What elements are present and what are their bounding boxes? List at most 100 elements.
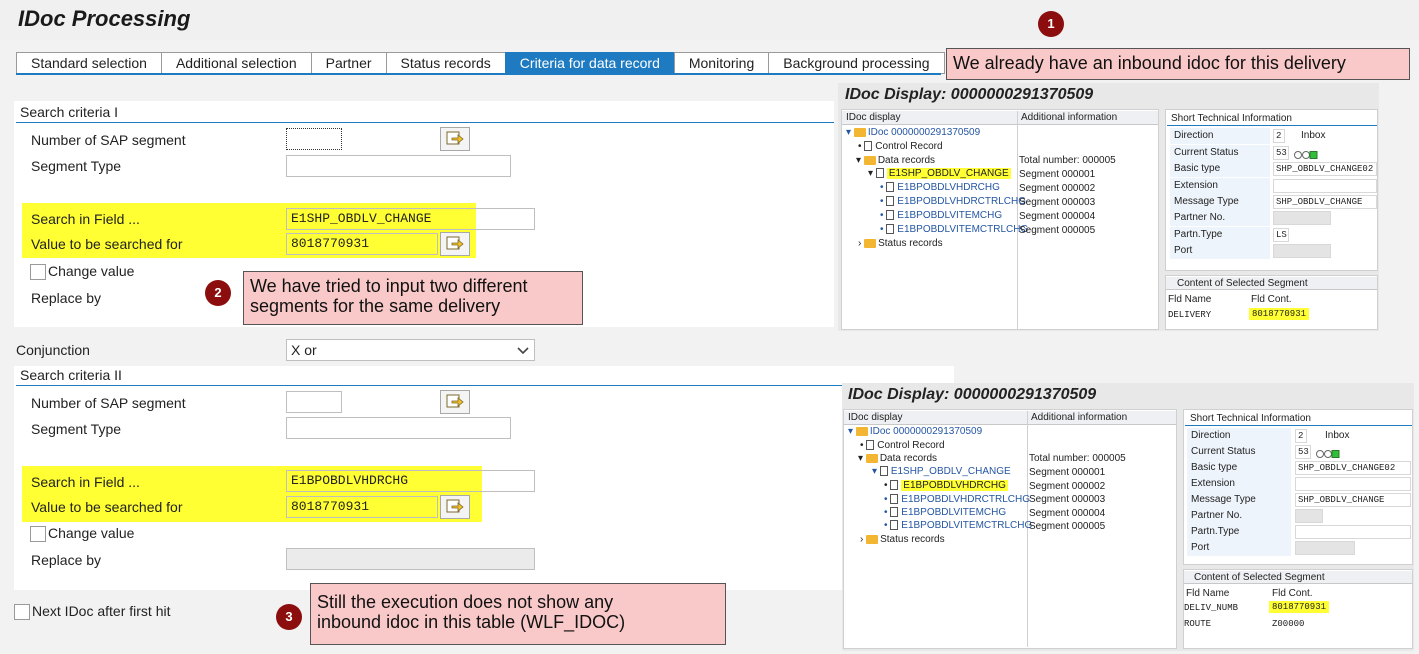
callout-3: Still the execution does not show any in… [310,583,726,645]
tree-node-idoc[interactable]: ▾ IDoc 0000000291370509 [846,127,980,138]
tab-background-processing[interactable]: Background processing [768,52,945,74]
tree-node-control[interactable]: • Control Record [860,440,945,451]
callout-3-line1: Still the execution does not show any [317,592,614,612]
tree-node-segment[interactable]: • E1BPOBDLVHDRCHG [880,182,1000,193]
tree-node-idoc[interactable]: ▾ IDoc 0000000291370509 [848,426,982,437]
segment-info: Segment 000001 [1029,467,1106,478]
tree-node-segment[interactable]: • E1BPOBDLVITEMCHG [880,210,1002,221]
tree-node-label: E1BPOBDLVITEMCHG [901,507,1007,518]
tree-node-label: E1SHP_OBDLV_CHANGE [890,466,1011,477]
replace-by-label: Replace by [31,552,102,568]
sti-value-blurred [1295,541,1355,555]
change-value-label: Change value [48,525,135,541]
col-idoc-display: IDoc display [846,112,901,123]
segment-info: Segment 000005 [1019,225,1096,236]
search-field-label: Search in Field ... [31,474,140,490]
search-criteria-1-title: Search criteria I [20,104,119,120]
tree-node-segment[interactable]: • E1BPOBDLVHDRCTRLCHG [884,494,1030,505]
tree-node-segment[interactable]: • E1BPOBDLVITEMCTRLCHG [884,520,1032,531]
num-segment-label: Number of SAP segment [31,132,186,148]
tree-node-status-records[interactable]: › Status records [860,534,945,545]
search-value-input[interactable]: 8018770931 [286,496,438,518]
segment-info: Segment 000002 [1029,481,1106,492]
segment-type-input[interactable] [286,417,511,439]
tree-node-segment[interactable]: ▾ E1SHP_OBDLV_CHANGE [868,168,1011,179]
tree-node-segment[interactable]: • E1BPOBDLVHDRCHG [884,480,1008,491]
document-icon [875,168,884,179]
callout-2-badge: 2 [205,280,231,306]
sti-value: 53 [1295,445,1311,459]
conjunction-value: X or [291,342,317,358]
replace-by-input[interactable] [286,548,535,570]
tree-node-control[interactable]: • Control Record [858,141,943,152]
document-icon [886,224,895,235]
num-segment-input[interactable] [286,391,342,413]
segment-type-input[interactable] [286,155,511,177]
field-name: DELIVERY [1168,310,1212,320]
sti-value: SHP_OBDLV_CHANGE02 [1273,162,1377,176]
next-idoc-checkbox[interactable] [14,604,30,620]
tree-node-segment[interactable]: • E1BPOBDLVHDRCTRLCHG [880,196,1026,207]
sti-extra: Inbox [1301,130,1326,141]
document-icon [864,141,873,152]
document-icon [866,440,875,451]
total-number: Total number: 000005 [1019,155,1116,166]
callout-3-badge: 3 [276,604,302,630]
sti-label: Port [1187,540,1291,556]
search-field-input[interactable]: E1BPOBDLVHDRCHG [286,470,535,492]
multiple-selection-button[interactable] [440,127,470,151]
tree-node-segment[interactable]: • E1BPOBDLVITEMCTRLCHG [880,224,1028,235]
conjunction-select[interactable]: X or [286,339,535,361]
tree-node-status-records[interactable]: › Status records [858,238,943,249]
tree-node-segment[interactable]: • E1BPOBDLVITEMCHG [884,507,1006,518]
sti-value: 2 [1273,129,1285,143]
tab-criteria-for-data-record[interactable]: Criteria for data record [504,52,674,74]
multiple-selection-button[interactable] [440,390,470,414]
sti-label: Partner No. [1187,508,1291,524]
segment-info: Segment 000004 [1029,508,1106,519]
sti-label: Extension [1187,476,1291,492]
title-bar [0,0,1419,40]
tab-monitoring[interactable]: Monitoring [673,52,769,74]
multiple-selection-button[interactable] [440,232,470,256]
arrow-right-icon [446,394,464,408]
tab-standard-selection[interactable]: Standard selection [16,52,161,74]
document-icon [890,494,899,505]
search-value-label: Value to be searched for [31,236,183,252]
tree-node-segment[interactable]: ▾ E1SHP_OBDLV_CHANGE [872,466,1011,477]
sti-label: Message Type [1187,492,1291,508]
arrow-right-icon [446,499,464,513]
tab-status-records[interactable]: Status records [385,52,505,74]
tab-partner[interactable]: Partner [310,52,386,74]
document-icon [886,182,895,193]
tree-node-data-records[interactable]: ▾ Data records [858,453,937,464]
sti-value-blurred [1273,244,1331,258]
sti-value [1273,179,1377,193]
sti-label: Port [1170,243,1270,259]
change-value-checkbox[interactable] [30,526,46,542]
callout-3-line2: inbound idoc in this table (WLF_IDOC) [317,612,626,632]
document-icon [890,507,899,518]
folder-icon [855,426,868,436]
tree-node-label: E1BPOBDLVITEMCHG [897,210,1003,221]
sti-value-blurred [1295,509,1323,523]
sti-value-blurred [1273,211,1331,225]
search-value-label: Value to be searched for [31,499,183,515]
tab-underline [16,73,941,75]
tab-additional-selection[interactable]: Additional selection [160,52,311,74]
tree-node-label: E1BPOBDLVHDRCTRLCHG [897,196,1027,207]
total-number: Total number: 000005 [1029,453,1126,464]
num-segment-input[interactable] [286,128,342,150]
segment-info: Segment 000005 [1029,521,1106,532]
sti-label: Current Status [1170,145,1270,161]
callout-1-badge: 1 [1038,11,1064,37]
tree-node-data-records[interactable]: ▾ Data records [856,155,935,166]
search-field-input[interactable]: E1SHP_OBDLV_CHANGE [286,208,535,230]
sti-label: Basic type [1187,460,1291,476]
search-value-input[interactable]: 8018770931 [286,233,438,255]
group-divider [1185,425,1412,426]
multiple-selection-button[interactable] [440,495,470,519]
folder-icon [864,238,877,248]
change-value-checkbox[interactable] [30,264,46,280]
tree-node-label: E1BPOBDLVHDRCTRLCHG [901,494,1031,505]
